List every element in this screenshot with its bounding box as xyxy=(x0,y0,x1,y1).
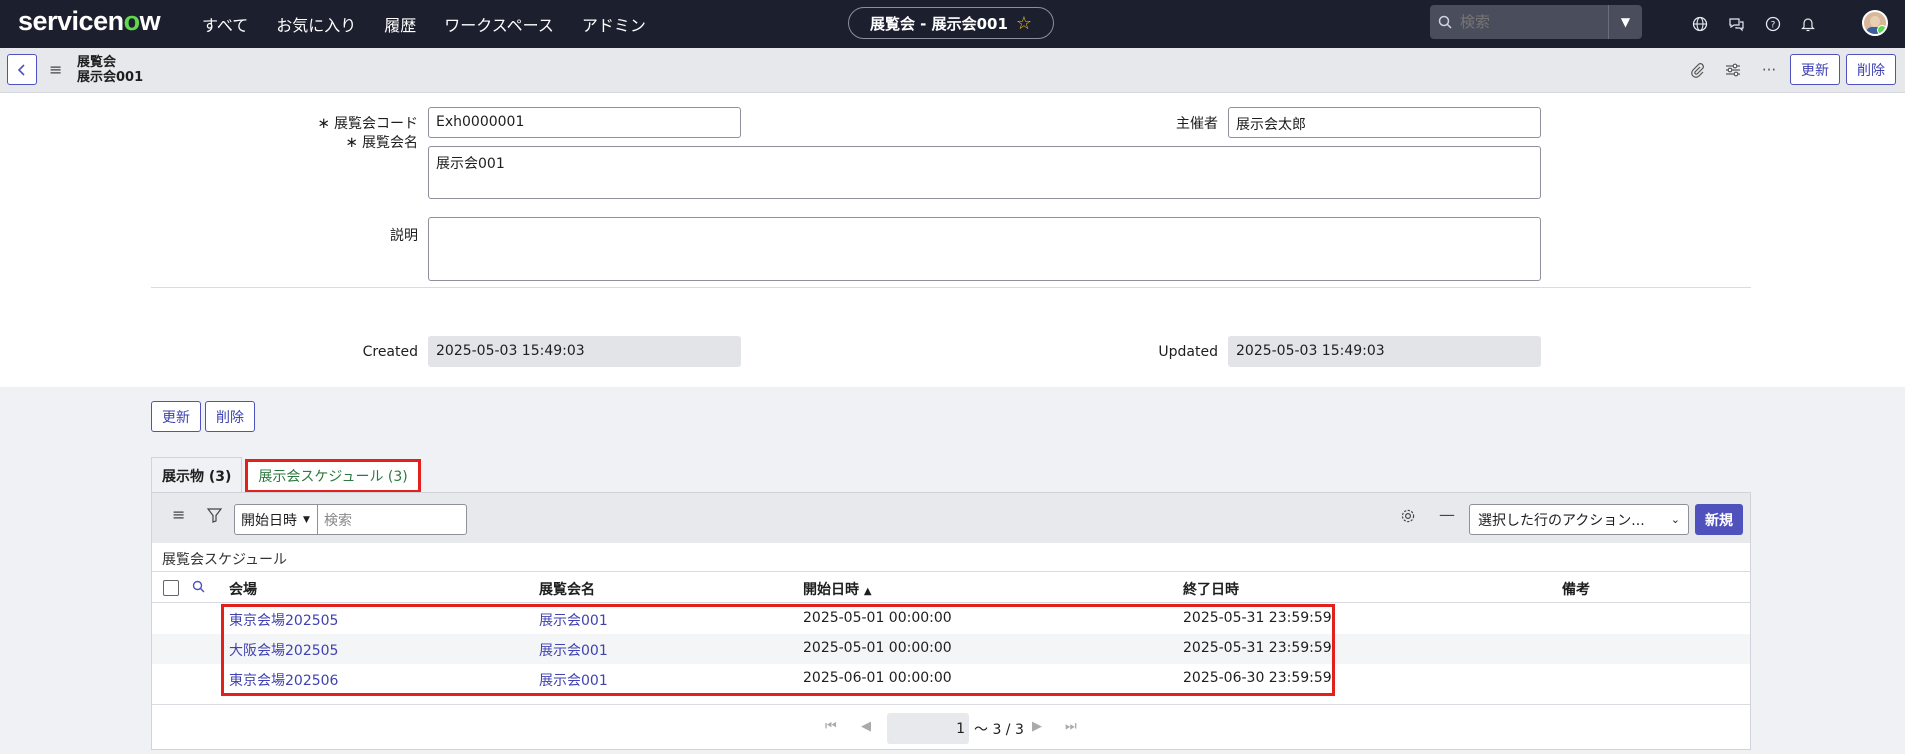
description-label: 説明 xyxy=(390,228,418,244)
sort-asc-icon: ▲ xyxy=(863,586,872,597)
logo-text-b: w xyxy=(139,6,161,36)
created-field: 2025-05-03 15:49:03 xyxy=(428,336,741,367)
global-search-input[interactable] xyxy=(1460,13,1600,31)
table-header: 会場 展覧会名 開始日時 ▲ 終了日時 備考 xyxy=(152,571,1750,603)
chat-icon[interactable] xyxy=(1728,16,1745,32)
logo-text-a: servicen xyxy=(18,6,124,36)
attachment-icon[interactable] xyxy=(1682,54,1712,85)
exhibition-name-field[interactable]: 展示会001 xyxy=(428,146,1541,199)
row-actions-select[interactable]: 選択した行のアクション... ⌄ xyxy=(1469,504,1689,535)
record-actions: ··· 更新 削除 xyxy=(1682,54,1896,85)
form-divider xyxy=(151,287,1751,288)
first-page-icon[interactable]: ⏮ xyxy=(825,719,837,734)
required-marker: ∗ xyxy=(345,133,358,151)
star-icon[interactable]: ☆ xyxy=(1016,13,1032,34)
col-venue[interactable]: 会場 xyxy=(229,579,257,599)
next-page-icon[interactable]: ▶ xyxy=(1032,719,1042,734)
menu-all[interactable]: すべて xyxy=(202,12,248,36)
back-button[interactable] xyxy=(7,54,37,85)
search-icon xyxy=(1430,15,1460,29)
created-label: Created xyxy=(362,344,418,360)
page-number-input[interactable]: 1 xyxy=(887,713,969,744)
header-icons: ? xyxy=(1692,0,1815,48)
code-label: ∗ 展覧会コード xyxy=(317,114,418,132)
page-range: 〜 3 / 3 xyxy=(974,722,1024,738)
chevron-left-icon xyxy=(17,63,25,76)
gear-icon[interactable] xyxy=(1400,508,1416,528)
menu-workspaces[interactable]: ワークスペース xyxy=(444,12,554,36)
last-page-icon[interactable]: ⏭ xyxy=(1065,719,1077,734)
context-title: 展覧会 - 展示会001 xyxy=(869,14,1008,33)
filter-icon[interactable] xyxy=(206,508,223,527)
record-title: 展覧会 展示会001 xyxy=(77,55,143,85)
menu-history[interactable]: 履歴 xyxy=(384,12,416,36)
servicenow-logo[interactable]: servicenow xyxy=(18,6,161,37)
form-menu-icon[interactable]: ≡ xyxy=(49,60,62,79)
record-title-table: 展覧会 xyxy=(77,55,117,70)
pagination: ⏮ ◀ 1 〜 3 / 3 ▶ ⏭ xyxy=(152,704,1750,749)
prev-page-icon[interactable]: ◀ xyxy=(861,719,871,734)
new-button[interactable]: 新規 xyxy=(1695,504,1743,535)
bell-icon[interactable] xyxy=(1801,16,1815,32)
select-all-checkbox[interactable] xyxy=(163,580,179,596)
search-field-select[interactable]: 開始日時 ▼ xyxy=(234,504,318,535)
updated-field: 2025-05-03 15:49:03 xyxy=(1228,336,1541,367)
updated-label: Updated xyxy=(1158,344,1218,360)
chevron-down-icon[interactable]: ▼ xyxy=(1608,5,1642,39)
tab-exhibition-schedule[interactable]: 展示会スケジュール (3) xyxy=(245,459,421,493)
description-field[interactable] xyxy=(428,217,1541,281)
related-list-tabs: 展示物 (3) 展示会スケジュール (3) xyxy=(151,457,421,493)
bottom-update-button[interactable]: 更新 xyxy=(151,401,201,432)
chevron-down-icon: ⌄ xyxy=(1670,513,1680,526)
list-menu-icon[interactable]: ≡ xyxy=(172,505,185,524)
name-label: ∗ 展覧会名 xyxy=(345,133,418,151)
bottom-delete-button[interactable]: 削除 xyxy=(205,401,255,432)
delete-button[interactable]: 削除 xyxy=(1846,54,1896,85)
record-title-name: 展示会001 xyxy=(77,70,144,85)
more-options-icon[interactable]: ··· xyxy=(1754,54,1784,85)
globe-icon[interactable] xyxy=(1692,16,1708,32)
caret-down-icon: ▼ xyxy=(303,514,310,525)
settings-sliders-icon[interactable] xyxy=(1718,54,1748,85)
context-title-pill[interactable]: 展覧会 - 展示会001 ☆ xyxy=(848,7,1054,39)
top-navigation-bar: servicenow すべて お気に入り 履歴 ワークスペース アドミン 展覧会… xyxy=(0,0,1905,48)
organizer-label: 主催者 xyxy=(1176,116,1218,132)
record-header: ≡ 展覧会 展示会001 ··· 更新 削除 xyxy=(0,48,1905,93)
main-menu: すべて お気に入り 履歴 ワークスペース アドミン xyxy=(202,0,646,48)
rows-highlight-box xyxy=(221,604,1335,696)
record-form: ∗ 展覧会コード Exh0000001 主催者 展示会太郎 ∗ 展覧会名 展示会00… xyxy=(0,93,1905,387)
col-exhibition-name[interactable]: 展覧会名 xyxy=(539,579,595,599)
col-start[interactable]: 開始日時 ▲ xyxy=(803,579,872,599)
global-search[interactable]: ▼ xyxy=(1430,5,1642,39)
user-avatar[interactable] xyxy=(1862,10,1888,36)
col-end[interactable]: 終了日時 xyxy=(1183,579,1239,599)
menu-admin[interactable]: アドミン xyxy=(582,12,646,36)
organizer-field[interactable]: 展示会太郎 xyxy=(1228,107,1541,138)
collapse-icon[interactable]: — xyxy=(1439,505,1455,524)
svg-text:?: ? xyxy=(1771,21,1776,31)
help-icon[interactable]: ? xyxy=(1765,16,1781,32)
required-marker: ∗ xyxy=(317,114,330,132)
list-search-input[interactable]: 検索 xyxy=(317,504,467,535)
column-search-icon[interactable] xyxy=(192,578,205,597)
menu-favorites[interactable]: お気に入り xyxy=(276,12,356,36)
schedule-list-panel: ≡ 開始日時 ▼ 検索 — 選択した行のアクション... ⌄ 新規 展覧会スケジュー… xyxy=(151,492,1751,750)
update-button[interactable]: 更新 xyxy=(1790,54,1840,85)
list-title: 展覧会スケジュール xyxy=(162,552,288,568)
logo-text-o: o xyxy=(123,6,141,36)
code-field[interactable]: Exh0000001 xyxy=(428,107,741,138)
list-toolbar: ≡ 開始日時 ▼ 検索 — 選択した行のアクション... ⌄ 新規 xyxy=(152,493,1750,543)
col-note[interactable]: 備考 xyxy=(1562,579,1590,599)
tab-exhibits[interactable]: 展示物 (3) xyxy=(151,457,243,493)
